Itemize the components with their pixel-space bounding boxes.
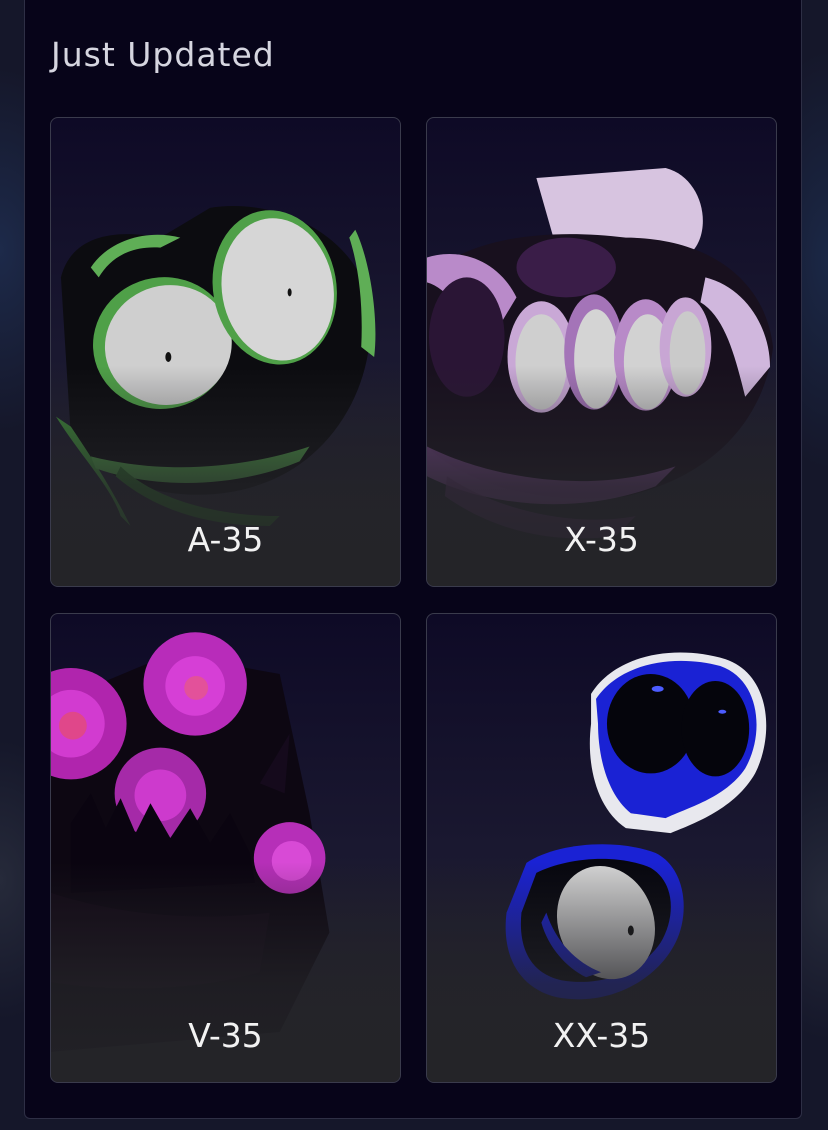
card-v-35[interactable]: V-35 bbox=[50, 613, 401, 1083]
card-title: A-35 bbox=[187, 520, 264, 559]
card-a-35[interactable]: A-35 bbox=[50, 117, 401, 587]
just-updated-panel: Just Updated A-35 X-35 V-35 XX-35 bbox=[24, 0, 802, 1119]
card-title: X-35 bbox=[564, 520, 639, 559]
section-title: Just Updated bbox=[51, 35, 275, 74]
card-x-35[interactable]: X-35 bbox=[426, 117, 777, 587]
card-title: XX-35 bbox=[552, 1016, 651, 1055]
card-title: V-35 bbox=[188, 1016, 263, 1055]
card-xx-35[interactable]: XX-35 bbox=[426, 613, 777, 1083]
